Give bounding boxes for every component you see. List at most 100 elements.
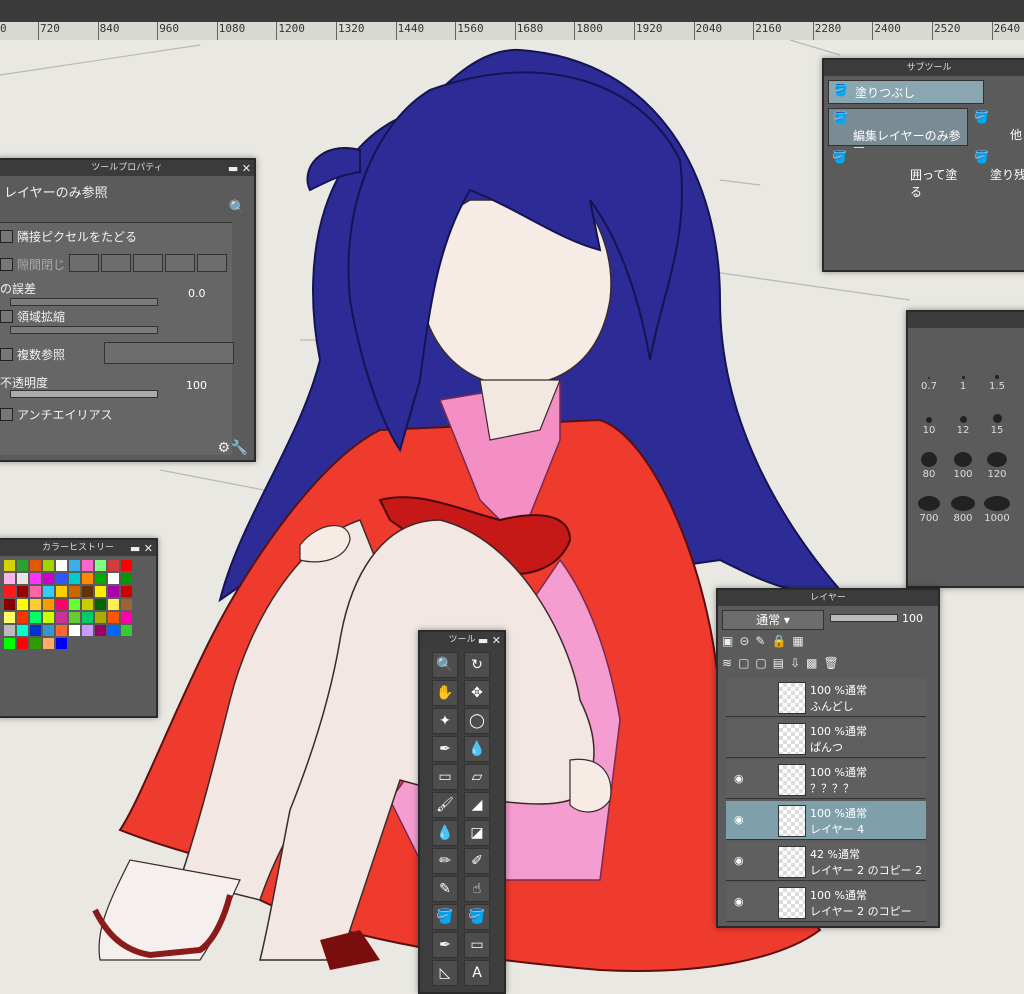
- color-swatch[interactable]: [69, 625, 80, 636]
- layer-stack-icon[interactable]: ≋: [722, 656, 732, 674]
- color-swatch[interactable]: [43, 612, 54, 623]
- lock-icon[interactable]: 🔒: [771, 634, 786, 652]
- color-swatch[interactable]: [4, 612, 15, 623]
- color-swatch[interactable]: [95, 625, 106, 636]
- brush-size-option[interactable]: 0.7: [914, 364, 944, 392]
- panel-window-buttons[interactable]: ▬ ✕: [478, 633, 501, 649]
- color-swatch[interactable]: [43, 586, 54, 597]
- opt-gap-close[interactable]: 隙間閉じ: [0, 254, 229, 275]
- color-swatch[interactable]: [108, 612, 119, 623]
- pencil-icon[interactable]: ✏: [432, 848, 458, 874]
- checkbox-icon[interactable]: [0, 310, 13, 323]
- brush-size-option[interactable]: 100: [948, 452, 978, 480]
- brush-size-option[interactable]: 1: [948, 364, 978, 392]
- color-swatch[interactable]: [121, 573, 132, 584]
- trash-icon[interactable]: 🗑: [824, 656, 839, 674]
- brush-size-option[interactable]: 12: [948, 408, 978, 436]
- color-swatch[interactable]: [43, 638, 54, 649]
- opt-area-expand[interactable]: 領域拡縮: [0, 308, 65, 325]
- color-swatch[interactable]: [82, 599, 93, 610]
- color-square-icon[interactable]: ▣: [722, 634, 733, 652]
- airbrush-icon[interactable]: ✎: [432, 876, 458, 902]
- zoom-icon[interactable]: 🔍: [432, 652, 458, 678]
- color-swatch[interactable]: [30, 638, 41, 649]
- smudge-icon[interactable]: ☝: [464, 876, 490, 902]
- fill-bucket-icon[interactable]: 🪣: [432, 904, 458, 930]
- layer-row[interactable]: 100 %通常 ふんどし: [726, 678, 926, 717]
- eye-icon[interactable]: ◉: [734, 895, 744, 908]
- new-layer-icon[interactable]: ▢: [738, 656, 749, 674]
- color-swatch[interactable]: [56, 573, 67, 584]
- color-swatch[interactable]: [95, 560, 106, 571]
- color-swatch[interactable]: [95, 586, 106, 597]
- checkbox-icon[interactable]: [0, 230, 13, 243]
- layer-opacity-value[interactable]: 100: [902, 612, 923, 625]
- color-swatch[interactable]: [121, 612, 132, 623]
- gear-icon[interactable]: ⚙: [217, 440, 230, 456]
- reference-icon[interactable]: ✎: [755, 634, 765, 652]
- tool-property-title[interactable]: ツールプロパティ ▬ ✕: [0, 160, 254, 176]
- color-swatch[interactable]: [82, 625, 93, 636]
- layer-row[interactable]: ◉ 100 %通常 ？？？？: [726, 760, 926, 799]
- subtool-edit-layer[interactable]: 🪣 編集レイヤーのみ参照: [828, 108, 968, 160]
- color-swatch[interactable]: [17, 560, 28, 571]
- color-swatch[interactable]: [69, 586, 80, 597]
- brush-size-option[interactable]: 800: [948, 496, 978, 524]
- layer-row[interactable]: 100 %通常 ぱんつ: [726, 719, 926, 758]
- new-vector-layer-icon[interactable]: ▢: [755, 656, 766, 674]
- color-swatch[interactable]: [108, 625, 119, 636]
- color-swatch[interactable]: [30, 599, 41, 610]
- new-folder-icon[interactable]: ▤: [773, 656, 784, 674]
- color-swatch[interactable]: [17, 599, 28, 610]
- brush-size-option[interactable]: 15: [982, 408, 1012, 436]
- fill-icon[interactable]: ◢: [464, 792, 490, 818]
- merge-down-icon[interactable]: ⇩: [790, 656, 800, 674]
- checkbox-icon[interactable]: [0, 348, 13, 361]
- color-swatch[interactable]: [56, 599, 67, 610]
- color-swatch[interactable]: [43, 599, 54, 610]
- color-swatch[interactable]: [30, 612, 41, 623]
- hand-icon[interactable]: ✋: [432, 680, 458, 706]
- color-swatch[interactable]: [56, 625, 67, 636]
- move-icon[interactable]: ✥: [464, 680, 490, 706]
- checkbox-icon[interactable]: [0, 258, 13, 271]
- brush-size-option[interactable]: 1.5: [982, 364, 1012, 392]
- color-swatch[interactable]: [4, 586, 15, 597]
- brush-size-option[interactable]: 700: [914, 496, 944, 524]
- expand-slider[interactable]: [10, 326, 158, 334]
- eyedropper-icon[interactable]: 💧: [464, 736, 490, 762]
- layer-row[interactable]: ◉ 42 %通常 レイヤー 2 のコピー 2: [726, 842, 926, 881]
- ruler-icon[interactable]: ▭: [464, 932, 490, 958]
- color-swatch[interactable]: [4, 573, 15, 584]
- color-swatch[interactable]: [95, 612, 106, 623]
- panel-window-buttons[interactable]: ▬ ✕: [228, 161, 251, 177]
- color-swatch[interactable]: [56, 612, 67, 623]
- color-swatch[interactable]: [108, 573, 119, 584]
- color-swatch[interactable]: [121, 586, 132, 597]
- color-swatch[interactable]: [56, 560, 67, 571]
- color-swatch[interactable]: [121, 560, 132, 571]
- opt-multi-reference[interactable]: 複数参照: [0, 346, 65, 363]
- color-swatch[interactable]: [69, 560, 80, 571]
- search-icon[interactable]: 🔍: [229, 200, 246, 216]
- color-swatch[interactable]: [4, 638, 15, 649]
- figure-icon[interactable]: ◺: [432, 960, 458, 986]
- subtool-fill[interactable]: 🪣 塗りつぶし: [828, 80, 984, 104]
- paint-bucket-icon[interactable]: 🪣: [464, 904, 490, 930]
- brush-size-title[interactable]: [908, 312, 1024, 328]
- brush-size-option[interactable]: 1000: [982, 496, 1012, 524]
- opacity-value[interactable]: 100: [186, 379, 207, 392]
- marker-icon[interactable]: ✐: [464, 848, 490, 874]
- eye-icon[interactable]: ◉: [734, 854, 744, 867]
- color-swatch[interactable]: [17, 573, 28, 584]
- color-swatch[interactable]: [4, 625, 15, 636]
- brush-size-option[interactable]: 120: [982, 452, 1012, 480]
- layer-row[interactable]: ◉ 100 %通常 レイヤー 4: [726, 801, 926, 840]
- tolerance-slider[interactable]: [10, 298, 158, 306]
- layer-panel-title[interactable]: レイヤー: [718, 590, 938, 606]
- color-swatch[interactable]: [17, 638, 28, 649]
- color-swatch[interactable]: [108, 599, 119, 610]
- color-swatch[interactable]: [95, 573, 106, 584]
- gap-size-buttons[interactable]: [69, 254, 229, 275]
- opt-antialias[interactable]: アンチエイリアス: [0, 406, 113, 423]
